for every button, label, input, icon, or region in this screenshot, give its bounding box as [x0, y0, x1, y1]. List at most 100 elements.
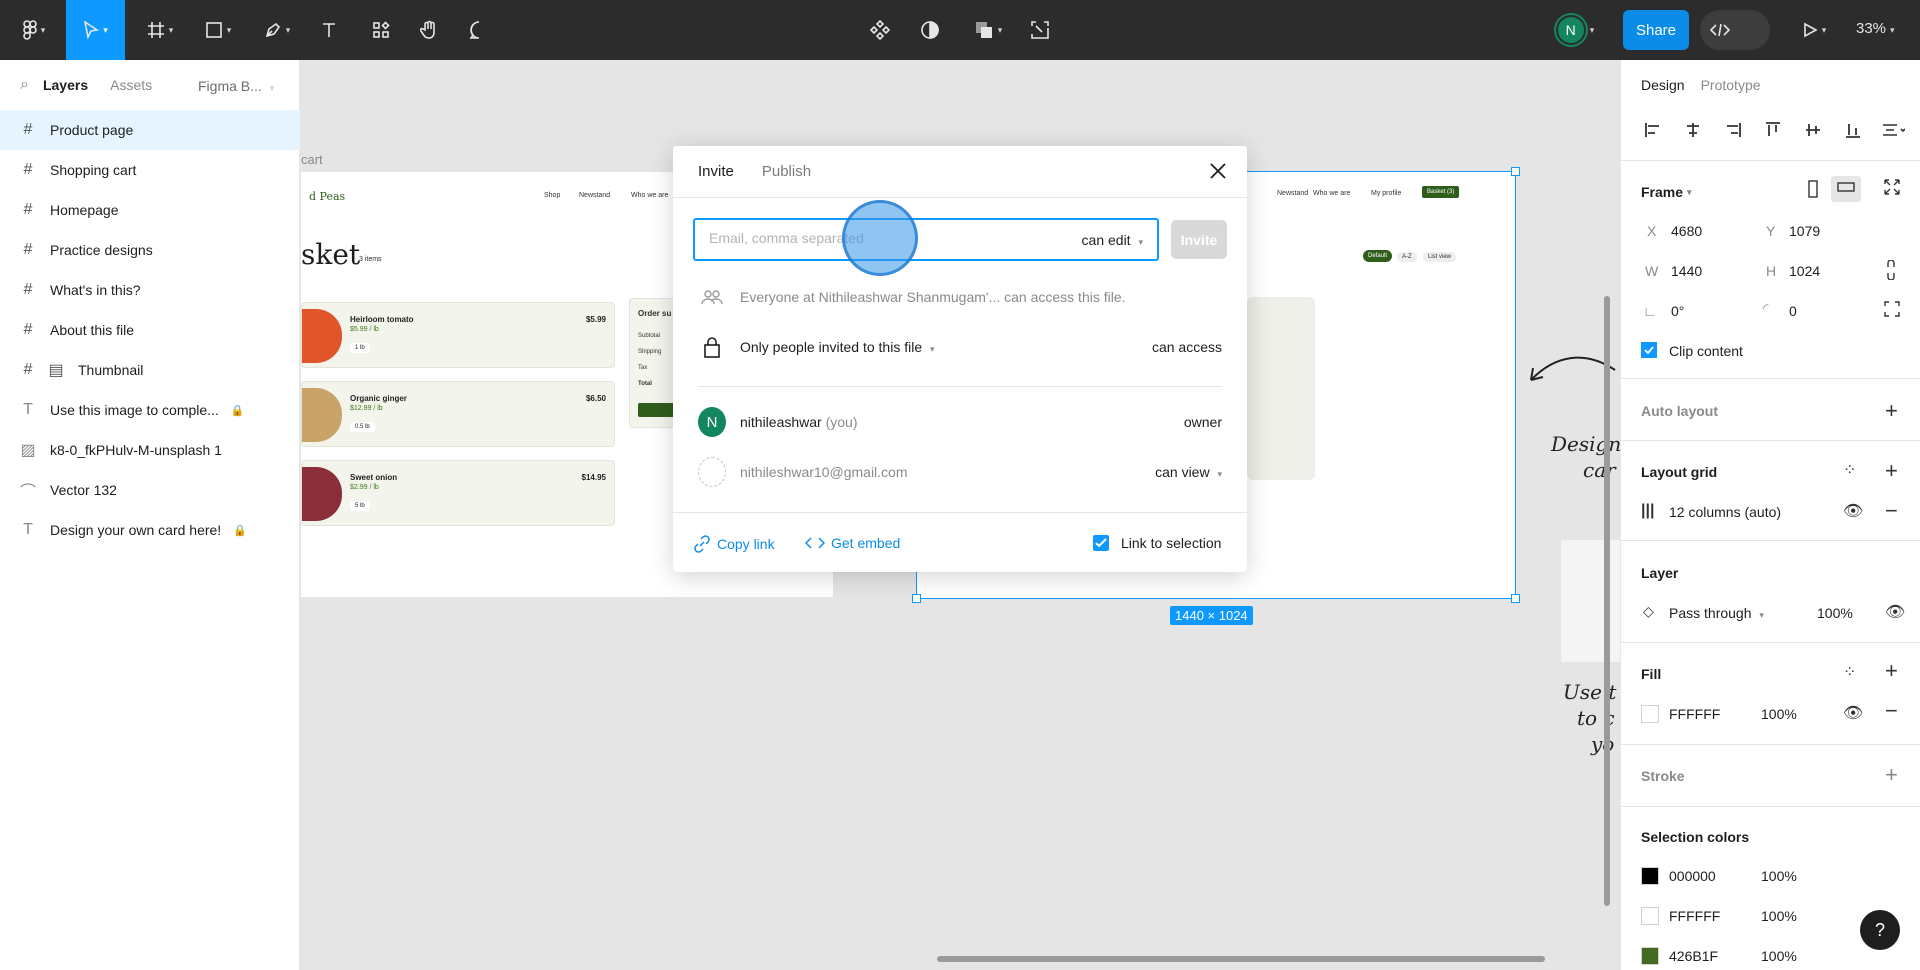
- copy-link-button[interactable]: Copy link: [693, 535, 775, 553]
- theme-button[interactable]: [916, 12, 944, 48]
- align-left-icon[interactable]: [1641, 118, 1665, 142]
- eye-icon[interactable]: 👁: [1843, 703, 1863, 723]
- add-icon[interactable]: +: [1885, 398, 1898, 424]
- vertical-scrollbar[interactable]: [1604, 296, 1610, 906]
- color-opacity[interactable]: 100%: [1761, 948, 1797, 964]
- fill-opacity[interactable]: 100%: [1761, 706, 1797, 722]
- role-dropdown[interactable]: can view ▾: [1155, 464, 1222, 480]
- layer-item[interactable]: # What's in this?: [0, 270, 300, 310]
- search-icon[interactable]: ⌕: [20, 76, 29, 94]
- align-bottom-icon[interactable]: [1841, 118, 1865, 142]
- color-opacity[interactable]: 100%: [1761, 908, 1797, 924]
- eye-icon[interactable]: 👁: [1885, 602, 1905, 622]
- crop-button[interactable]: [1026, 12, 1054, 48]
- clip-content-checkbox[interactable]: [1641, 342, 1657, 358]
- permission-dropdown[interactable]: can edit ▾: [1082, 232, 1143, 248]
- frame-type-dropdown[interactable]: Frame ▾: [1641, 184, 1692, 200]
- color-hex[interactable]: FFFFFF: [1669, 908, 1720, 924]
- layer-item[interactable]: # About this file: [0, 310, 300, 350]
- distribute-icon[interactable]: [1881, 118, 1905, 142]
- horizontal-scrollbar[interactable]: [937, 956, 1545, 962]
- present-button[interactable]: ▾: [1796, 12, 1832, 48]
- color-swatch[interactable]: [1641, 867, 1659, 885]
- width-field[interactable]: 1440: [1671, 263, 1702, 279]
- align-center-v-icon[interactable]: [1801, 118, 1825, 142]
- fill-styles-icon[interactable]: ⁘: [1843, 662, 1856, 682]
- resources-button[interactable]: [368, 12, 394, 48]
- frame-label[interactable]: cart: [301, 152, 323, 167]
- share-button[interactable]: Share: [1623, 10, 1689, 50]
- lock-icon[interactable]: 🔒: [233, 524, 247, 537]
- move-tool-button[interactable]: ▾: [66, 0, 125, 60]
- tab-layers[interactable]: Layers: [43, 77, 88, 93]
- tab-prototype[interactable]: Prototype: [1701, 77, 1761, 93]
- fill-hex[interactable]: FFFFFF: [1669, 706, 1720, 722]
- grid-value[interactable]: 12 columns (auto): [1669, 504, 1781, 520]
- align-center-h-icon[interactable]: [1681, 118, 1705, 142]
- layer-item[interactable]: T Design your own card here! 🔒: [0, 510, 300, 550]
- align-right-icon[interactable]: [1721, 118, 1745, 142]
- x-field[interactable]: 4680: [1671, 223, 1702, 239]
- blend-mode-dropdown[interactable]: Pass through ▾: [1669, 605, 1764, 621]
- tab-design[interactable]: Design: [1641, 77, 1685, 93]
- hand-tool-button[interactable]: [416, 12, 442, 48]
- resize-handle[interactable]: [1511, 594, 1520, 603]
- constrain-proportions-icon[interactable]: [1885, 259, 1897, 285]
- close-icon[interactable]: [1207, 160, 1229, 182]
- fill-swatch[interactable]: [1641, 705, 1659, 723]
- layer-item[interactable]: # Product page: [0, 110, 300, 150]
- color-swatch[interactable]: [1641, 947, 1659, 965]
- remove-icon[interactable]: −: [1885, 498, 1898, 524]
- eye-icon[interactable]: 👁: [1843, 501, 1863, 521]
- layer-item[interactable]: ▨ k8-0_fkPHulv-M-unsplash 1: [0, 430, 300, 470]
- component-button[interactable]: [866, 12, 894, 48]
- layer-item[interactable]: # ▤ Thumbnail: [0, 350, 300, 390]
- lock-icon[interactable]: 🔒: [231, 404, 245, 417]
- tab-invite[interactable]: Invite: [698, 163, 734, 180]
- fit-frame-icon[interactable]: [1883, 178, 1901, 201]
- columns-grid-icon[interactable]: |||: [1641, 502, 1654, 520]
- color-swatch[interactable]: [1641, 907, 1659, 925]
- user-avatar-button[interactable]: N ▾: [1550, 12, 1600, 48]
- layer-item[interactable]: ⌒ Vector 132: [0, 470, 300, 510]
- color-hex[interactable]: 000000: [1669, 868, 1716, 884]
- text-tool-button[interactable]: [316, 12, 342, 48]
- independent-corners-icon[interactable]: [1883, 300, 1901, 323]
- rotation-field[interactable]: 0°: [1671, 303, 1684, 319]
- frame-tool-button[interactable]: ▾: [140, 12, 180, 48]
- height-field[interactable]: 1024: [1789, 263, 1820, 279]
- layer-item[interactable]: T Use this image to comple... 🔒: [0, 390, 300, 430]
- portrait-icon[interactable]: [1807, 180, 1819, 203]
- comment-tool-button[interactable]: [466, 12, 492, 48]
- boolean-button[interactable]: ▾: [968, 12, 1008, 48]
- access-mode-dropdown[interactable]: Only people invited to this file ▾: [740, 339, 935, 355]
- color-opacity[interactable]: 100%: [1761, 868, 1797, 884]
- y-field[interactable]: 1079: [1789, 223, 1820, 239]
- resize-handle[interactable]: [1511, 167, 1520, 176]
- layer-item[interactable]: # Homepage: [0, 190, 300, 230]
- resize-handle[interactable]: [912, 594, 921, 603]
- tab-assets[interactable]: Assets: [110, 77, 152, 93]
- link-to-selection-checkbox[interactable]: [1093, 535, 1109, 551]
- remove-icon[interactable]: −: [1885, 698, 1898, 724]
- get-embed-button[interactable]: Get embed: [805, 535, 900, 551]
- dev-mode-toggle[interactable]: [1700, 10, 1770, 50]
- add-icon[interactable]: +: [1885, 762, 1898, 788]
- layer-item[interactable]: # Shopping cart: [0, 150, 300, 190]
- color-hex[interactable]: 426B1F: [1669, 948, 1718, 964]
- page-selector[interactable]: Figma B... ▾: [198, 78, 274, 94]
- help-button[interactable]: ?: [1860, 910, 1900, 950]
- add-icon[interactable]: +: [1885, 658, 1898, 684]
- layer-item[interactable]: # Practice designs: [0, 230, 300, 270]
- invite-button[interactable]: Invite: [1171, 220, 1227, 259]
- layer-opacity[interactable]: 100%: [1817, 605, 1853, 621]
- pen-tool-button[interactable]: ▾: [257, 12, 297, 48]
- align-top-icon[interactable]: [1761, 118, 1785, 142]
- landscape-icon[interactable]: [1831, 176, 1861, 202]
- zoom-level[interactable]: 33% ▾: [1856, 20, 1895, 37]
- main-menu-button[interactable]: ▾: [14, 12, 54, 48]
- shape-tool-button[interactable]: ▾: [198, 12, 238, 48]
- grid-styles-icon[interactable]: ⁘: [1843, 460, 1856, 480]
- tab-publish[interactable]: Publish: [762, 163, 811, 180]
- radius-field[interactable]: 0: [1789, 303, 1797, 319]
